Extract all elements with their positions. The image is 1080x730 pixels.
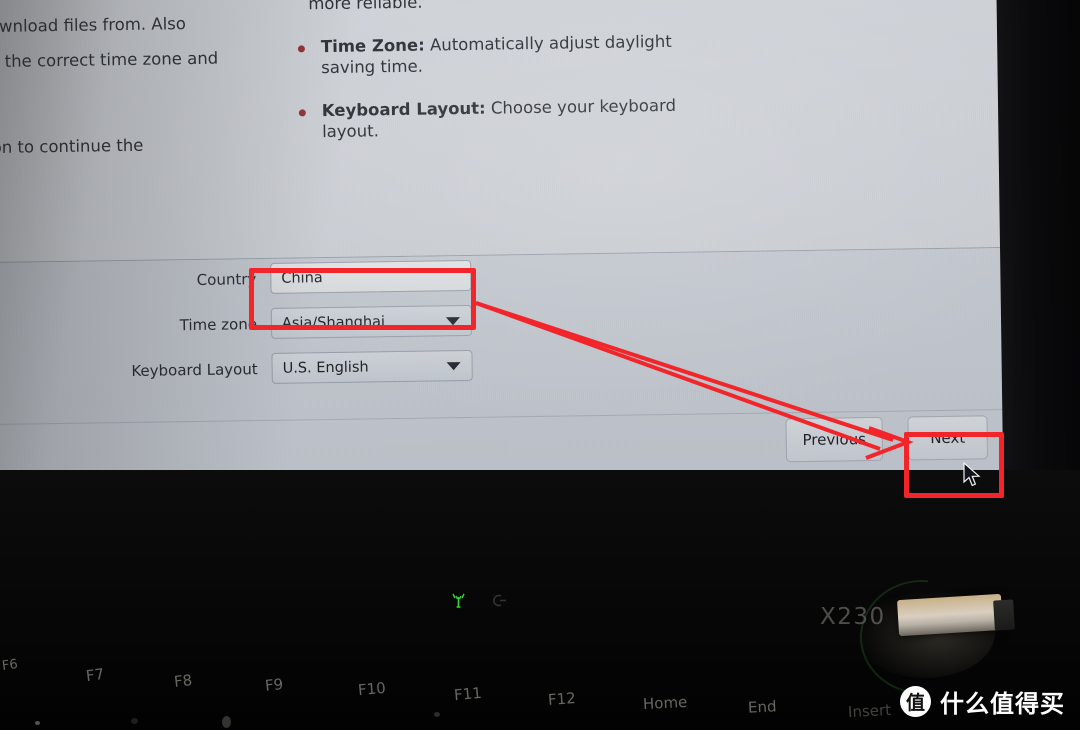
- bullet-time-zone: Time Zone: Automatically adjust daylight…: [293, 32, 694, 80]
- info-line-5: xt button to continue the: [0, 135, 144, 158]
- bullet-term-keyboard-layout: Keyboard Layout:: [321, 98, 486, 120]
- previous-button[interactable]: Previous: [785, 416, 884, 463]
- info-pane: ed optimizations, like choosing the or t…: [0, 0, 1012, 262]
- fkey-insert[interactable]: Insert: [848, 701, 892, 721]
- mouse-cursor-icon: [963, 462, 981, 487]
- watermark-text: 什么值得买: [940, 690, 1065, 718]
- fkey-f7[interactable]: F7: [85, 665, 105, 685]
- annotation-box-country: [249, 268, 476, 330]
- watermark-logo-icon: 值: [900, 686, 931, 717]
- previous-button-label: Previous: [802, 430, 867, 450]
- watermark: 值 什么值得买: [900, 684, 1065, 719]
- fkey-f6[interactable]: F6: [1, 657, 19, 674]
- info-line-4: out.: [0, 83, 266, 109]
- wireless-led-icon: [450, 592, 467, 612]
- info-right-column: speed up downloads and make updates more…: [292, 0, 695, 165]
- function-key-row: F6 F7 F8 F9 F10 F11 F12 Home End Insert: [0, 640, 950, 721]
- info-left-column: ed optimizations, like choosing the or t…: [0, 0, 267, 174]
- dust-speck: [35, 721, 40, 725]
- chevron-down-icon: [446, 361, 461, 370]
- stylus-object: [896, 593, 1004, 637]
- settings-form-pane: Country China Time zone Asia/Shanghai Ke…: [0, 247, 1016, 498]
- keyboard-layout-value: U.S. English: [282, 358, 369, 377]
- bullet-keyboard-layout: Keyboard Layout: Choose your keyboard la…: [294, 95, 695, 143]
- bullet-term-time-zone: Time Zone:: [320, 35, 425, 57]
- fkey-f8[interactable]: F8: [173, 671, 193, 691]
- keyboard-layout-label: Keyboard Layout: [131, 359, 258, 380]
- feature-bullet-list: Time Zone: Automatically adjust daylight…: [293, 32, 695, 144]
- keyboard-layout-select[interactable]: U.S. English: [271, 349, 473, 384]
- info-line-2: or to download files from. Also: [0, 14, 187, 37]
- stylus-tip: [993, 599, 1015, 631]
- fkey-f9[interactable]: F9: [264, 675, 284, 695]
- fkey-end[interactable]: End: [748, 697, 777, 716]
- fkey-f12[interactable]: F12: [547, 689, 576, 709]
- dust-speck: [434, 712, 440, 717]
- annotation-box-next: [904, 432, 1004, 498]
- power-led-icon: [491, 592, 508, 612]
- dust-speck: [222, 716, 231, 728]
- info-cont-line-2: more reliable.: [308, 0, 423, 14]
- laptop-screen: ed optimizations, like choosing the or t…: [0, 0, 1016, 498]
- keyboard-layout-row: Keyboard Layout U.S. English: [125, 349, 473, 386]
- screenshot-root: ed optimizations, like choosing the or t…: [0, 0, 1080, 730]
- dust-speck: [131, 718, 138, 724]
- fkey-home[interactable]: Home: [643, 693, 688, 713]
- screen-bezel-right: [996, 0, 1080, 507]
- info-line-3: o select the correct time zone and: [0, 48, 219, 72]
- fkey-f10[interactable]: F10: [357, 679, 386, 699]
- fkey-f11[interactable]: F11: [453, 684, 482, 704]
- installer-window: ed optimizations, like choosing the or t…: [0, 0, 1016, 498]
- status-indicators: [450, 592, 508, 612]
- info-line-1: ed optimizations, like choosing the: [0, 0, 264, 4]
